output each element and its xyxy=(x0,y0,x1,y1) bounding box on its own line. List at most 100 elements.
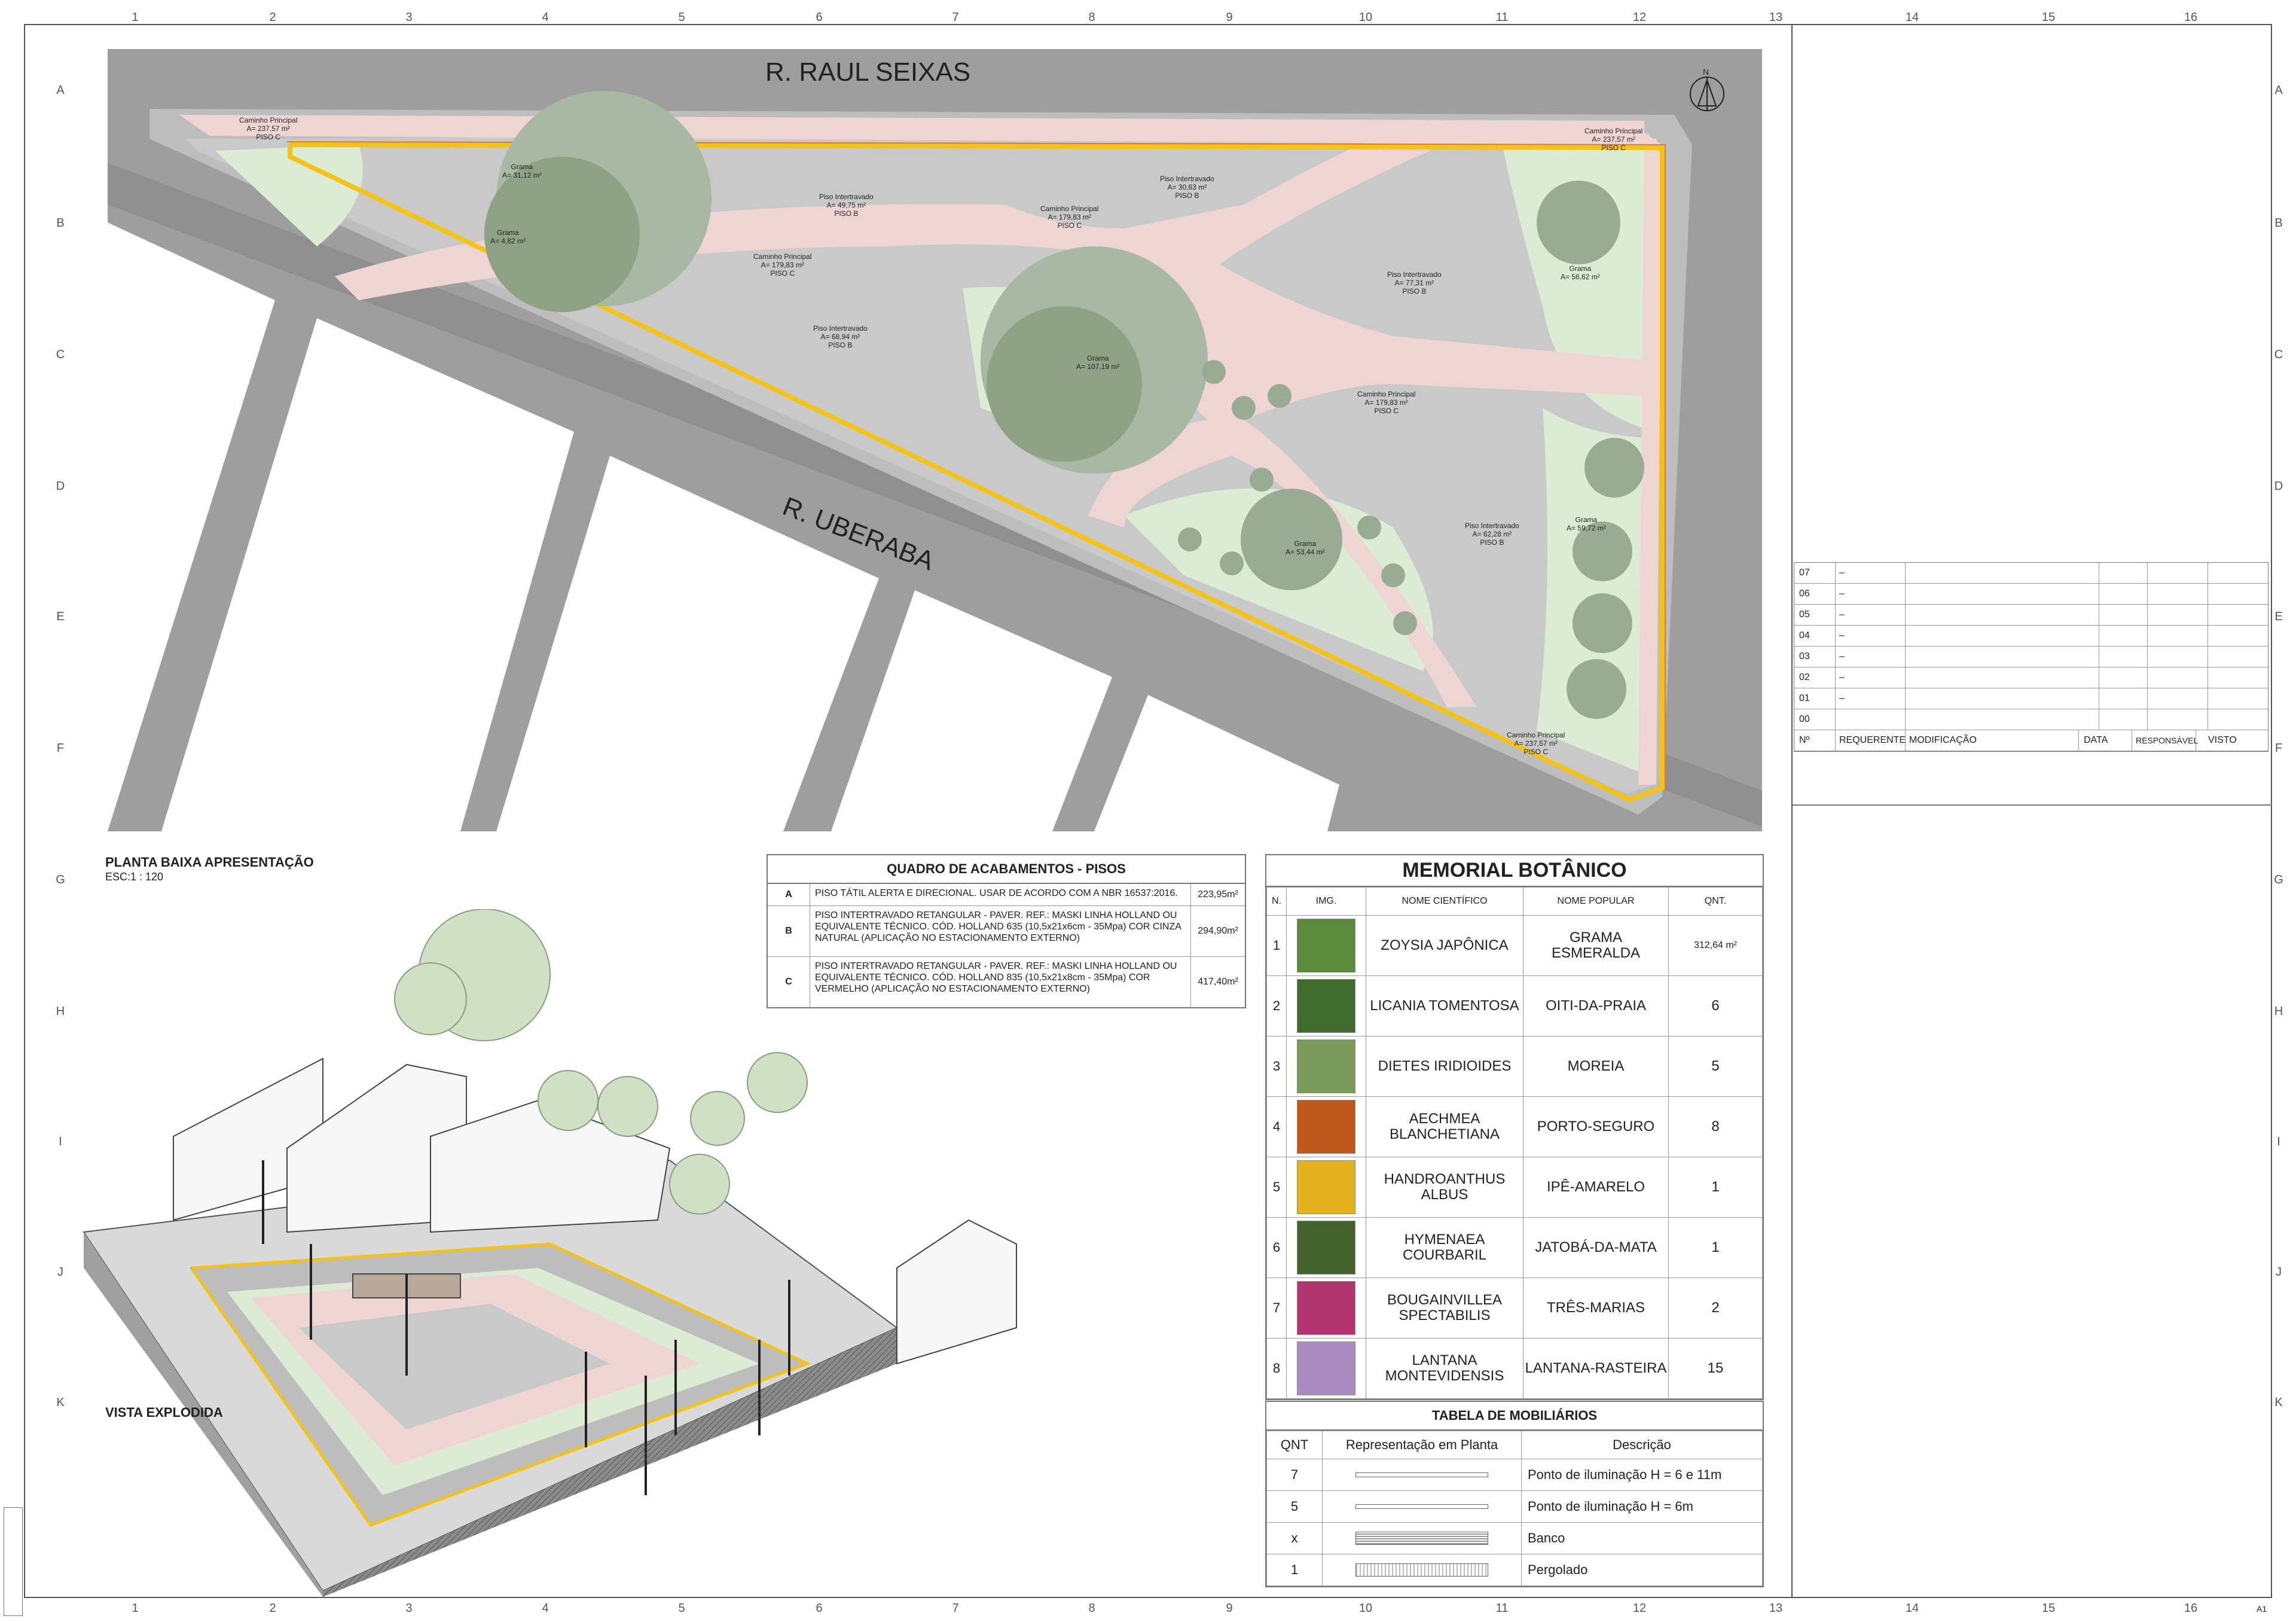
ruler-top-line xyxy=(24,24,2272,25)
furniture-row: x Banco xyxy=(1266,1522,1763,1554)
column-number: 6 xyxy=(816,1602,823,1615)
memorial-row: 4 AECHMEA BLANCHETIANA PORTO-SEGURO 8 xyxy=(1266,1096,1763,1157)
column-number: 16 xyxy=(2184,1602,2198,1615)
plant-photo xyxy=(1297,1160,1355,1214)
revision-row: 02– xyxy=(1794,667,2268,688)
site-plan-drawing xyxy=(108,49,1762,831)
row-letter: E xyxy=(56,610,65,623)
row-letter: J xyxy=(2276,1266,2282,1279)
row-letter: D xyxy=(56,480,65,493)
area-label: Grama A= 56,62 m² xyxy=(1561,264,1600,281)
column-number: 13 xyxy=(1769,1602,1783,1615)
furniture-table: TABELA DE MOBILIÁRIOS QNT Representação … xyxy=(1265,1401,1764,1587)
column-number: 15 xyxy=(2041,11,2056,24)
row-letter: H xyxy=(56,1005,65,1018)
tree-canopy xyxy=(1537,181,1620,264)
column-number: 14 xyxy=(1905,11,1919,24)
building xyxy=(896,1219,1017,1365)
column-number: 15 xyxy=(2041,1602,2056,1615)
row-letter: B xyxy=(56,217,65,230)
row-letter: I xyxy=(59,1135,62,1148)
shrub xyxy=(1232,396,1256,420)
column-number: 12 xyxy=(1632,1602,1647,1615)
column-number: 3 xyxy=(405,1602,413,1615)
area-label: Piso Intertravado A= 68,94 m² PISO B xyxy=(813,324,868,349)
memorial-row: 5 HANDROANTHUS ALBUS IPÊ-AMARELO 1 xyxy=(1266,1157,1763,1218)
area-label: Piso Intertravado A= 49,75 m² PISO B xyxy=(819,193,874,218)
row-letter: K xyxy=(2274,1396,2283,1409)
column-number: 11 xyxy=(1495,11,1509,24)
revision-row: 04– xyxy=(1794,626,2268,647)
plan-symbol xyxy=(1355,1472,1488,1477)
revision-table: 07–06–05–04–03–02–01–00 Nº REQUERENTE MO… xyxy=(1794,562,2268,752)
revision-row: 06– xyxy=(1794,584,2268,605)
column-number: 4 xyxy=(542,11,549,24)
column-number: 10 xyxy=(1358,1602,1373,1615)
area-label: Piso Intertravado A= 77,31 m² PISO B xyxy=(1387,270,1442,295)
area-label: Grama A= 31,12 m² xyxy=(502,163,542,179)
revision-row: 00 xyxy=(1794,709,2268,730)
column-number: 2 xyxy=(269,11,276,24)
sheet-size-label: A1 xyxy=(2257,1604,2267,1614)
right-panel-separator xyxy=(1793,804,2272,806)
plant-photo xyxy=(1297,1341,1355,1395)
column-number: 13 xyxy=(1769,11,1783,24)
column-number: 4 xyxy=(542,1602,549,1615)
exploded-view xyxy=(72,908,1208,1597)
row-letter: C xyxy=(56,348,65,361)
plant-photo xyxy=(1297,1221,1355,1275)
plan-symbol xyxy=(1355,1563,1488,1577)
right-panel-divider xyxy=(1791,24,1793,1598)
row-letter: J xyxy=(57,1266,63,1279)
tree-canopy xyxy=(1567,659,1626,719)
tree-layer xyxy=(669,1154,730,1215)
tree-canopy xyxy=(1573,593,1632,653)
shrub xyxy=(1178,528,1202,551)
shrub xyxy=(1202,360,1226,384)
column-number: 2 xyxy=(269,1602,276,1615)
memorial-row: 7 BOUGAINVILLEA SPECTABILIS TRÊS-MARIAS 2 xyxy=(1266,1278,1763,1339)
row-letter: G xyxy=(2274,873,2283,886)
column-number: 6 xyxy=(816,11,823,24)
plant-photo xyxy=(1297,919,1355,972)
shrub xyxy=(1268,384,1292,408)
finishes-title: QUADRO DE ACABAMENTOS - PISOS xyxy=(768,855,1245,884)
shrub xyxy=(1357,516,1381,539)
exploded-view-drawing xyxy=(83,908,1017,1597)
plan-title: PLANTA BAIXA APRESENTAÇÃO xyxy=(105,855,314,870)
revision-row: 05– xyxy=(1794,605,2268,626)
memorial-table: N. IMG. NOME CIENTÍFICO NOME POPULAR QNT… xyxy=(1266,887,1763,1399)
column-number: 14 xyxy=(1905,1602,1919,1615)
revision-row: 01– xyxy=(1794,688,2268,709)
column-number: 1 xyxy=(132,11,139,24)
area-label: Grama A= 107,19 m² xyxy=(1076,354,1120,371)
memorial-row: 1 ZOYSIA JAPÔNICA GRAMA ESMERALDA 312,64 m² xyxy=(1266,915,1763,976)
revision-row: 03– xyxy=(1794,647,2268,667)
column-number: 7 xyxy=(952,11,959,24)
area-label: Caminho Principal A= 179,83 m² PISO C xyxy=(1040,205,1099,230)
column-number: 9 xyxy=(1226,1602,1233,1615)
memorial-title: MEMORIAL BOTÂNICO xyxy=(1266,855,1763,887)
furniture-row: 5 Ponto de iluminação H = 6m xyxy=(1266,1490,1763,1523)
row-letter: K xyxy=(56,1396,65,1409)
tree-layer xyxy=(597,1076,658,1137)
site-plan: R. RAUL SEIXAS R. UBERABA N Caminho Prin… xyxy=(108,49,1762,831)
plan-symbol xyxy=(1355,1504,1488,1509)
area-label: Caminho Principal A= 179,83 m² PISO C xyxy=(753,252,812,278)
furniture-grid: QNT Representação em Planta Descrição 7P… xyxy=(1266,1431,1763,1586)
memorial-row: 2 LICANIA TOMENTOSA OITI-DA-PRAIA 6 xyxy=(1266,975,1763,1036)
exploded-view-label: VISTA EXPLODIDA xyxy=(105,1405,223,1420)
side-note xyxy=(4,1507,23,1616)
row-letter: A xyxy=(2274,84,2283,97)
memorial-row: 6 HYMENAEA COURBARIL JATOBÁ-DA-MATA 1 xyxy=(1266,1217,1763,1278)
row-letter: H xyxy=(2274,1005,2283,1018)
area-label: Caminho Principal A= 237,57 m² PISO C xyxy=(1507,731,1565,756)
column-number: 1 xyxy=(132,1602,139,1615)
column-number: 11 xyxy=(1495,1602,1509,1615)
area-label: Grama A= 53,44 m² xyxy=(1286,539,1325,556)
tree-canopy xyxy=(1584,438,1644,498)
furniture-row: 7 Ponto de iluminação H = 6 e 11m xyxy=(1266,1459,1763,1491)
column-number: 8 xyxy=(1088,11,1095,24)
shrub xyxy=(1220,551,1244,575)
column-number: 10 xyxy=(1358,11,1373,24)
